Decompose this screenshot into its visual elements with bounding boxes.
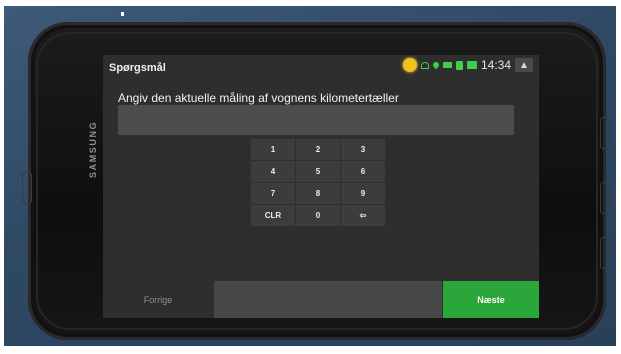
status-icons: 14:34 ▲ — [402, 58, 533, 72]
location-pin-icon — [431, 60, 441, 70]
side-button-left — [22, 172, 32, 204]
key-3[interactable]: 3 — [341, 139, 385, 160]
clear-key[interactable]: CLR — [251, 205, 295, 226]
question-prompt: Angiv den aktuelle måling af vognens kil… — [118, 91, 399, 105]
side-button-right-bottom — [600, 237, 610, 269]
key-4[interactable]: 4 — [251, 161, 295, 182]
battery-icon — [442, 62, 452, 68]
key-5[interactable]: 5 — [296, 161, 340, 182]
key-1[interactable]: 1 — [251, 139, 295, 160]
wifi-icon — [420, 61, 429, 69]
tablet-screen: Spørgsmål 14:34 ▲ Angiv den aktuelle mål… — [103, 55, 539, 318]
warning-icon[interactable]: ▲ — [515, 58, 533, 72]
side-button-right-middle — [600, 182, 610, 214]
previous-button[interactable]: Forrige — [103, 281, 213, 318]
key-0[interactable]: 0 — [296, 205, 340, 226]
background-mark — [121, 12, 124, 16]
key-9[interactable]: 9 — [341, 183, 385, 204]
bottom-middle-area — [214, 281, 442, 318]
odometer-input[interactable] — [118, 105, 514, 135]
key-7[interactable]: 7 — [251, 183, 295, 204]
status-bar: Spørgsmål 14:34 ▲ — [103, 55, 539, 77]
status-clock: 14:34 — [480, 58, 511, 72]
key-8[interactable]: 8 — [296, 183, 340, 204]
screen-title: Spørgsmål — [109, 62, 166, 74]
side-button-right-top — [600, 117, 610, 149]
key-2[interactable]: 2 — [296, 139, 340, 160]
message-icon — [466, 61, 477, 69]
key-6[interactable]: 6 — [341, 161, 385, 182]
backspace-key[interactable]: ⇦ — [341, 205, 385, 226]
bottom-navigation-bar: Forrige Næste — [103, 281, 539, 318]
next-button[interactable]: Næste — [443, 281, 539, 318]
numeric-keypad: 1 2 3 4 5 6 7 8 9 CLR 0 ⇦ — [251, 139, 386, 226]
device-brand-label: SAMSUNG — [88, 120, 98, 178]
sim-icon — [455, 60, 463, 70]
sun-icon — [402, 58, 417, 72]
